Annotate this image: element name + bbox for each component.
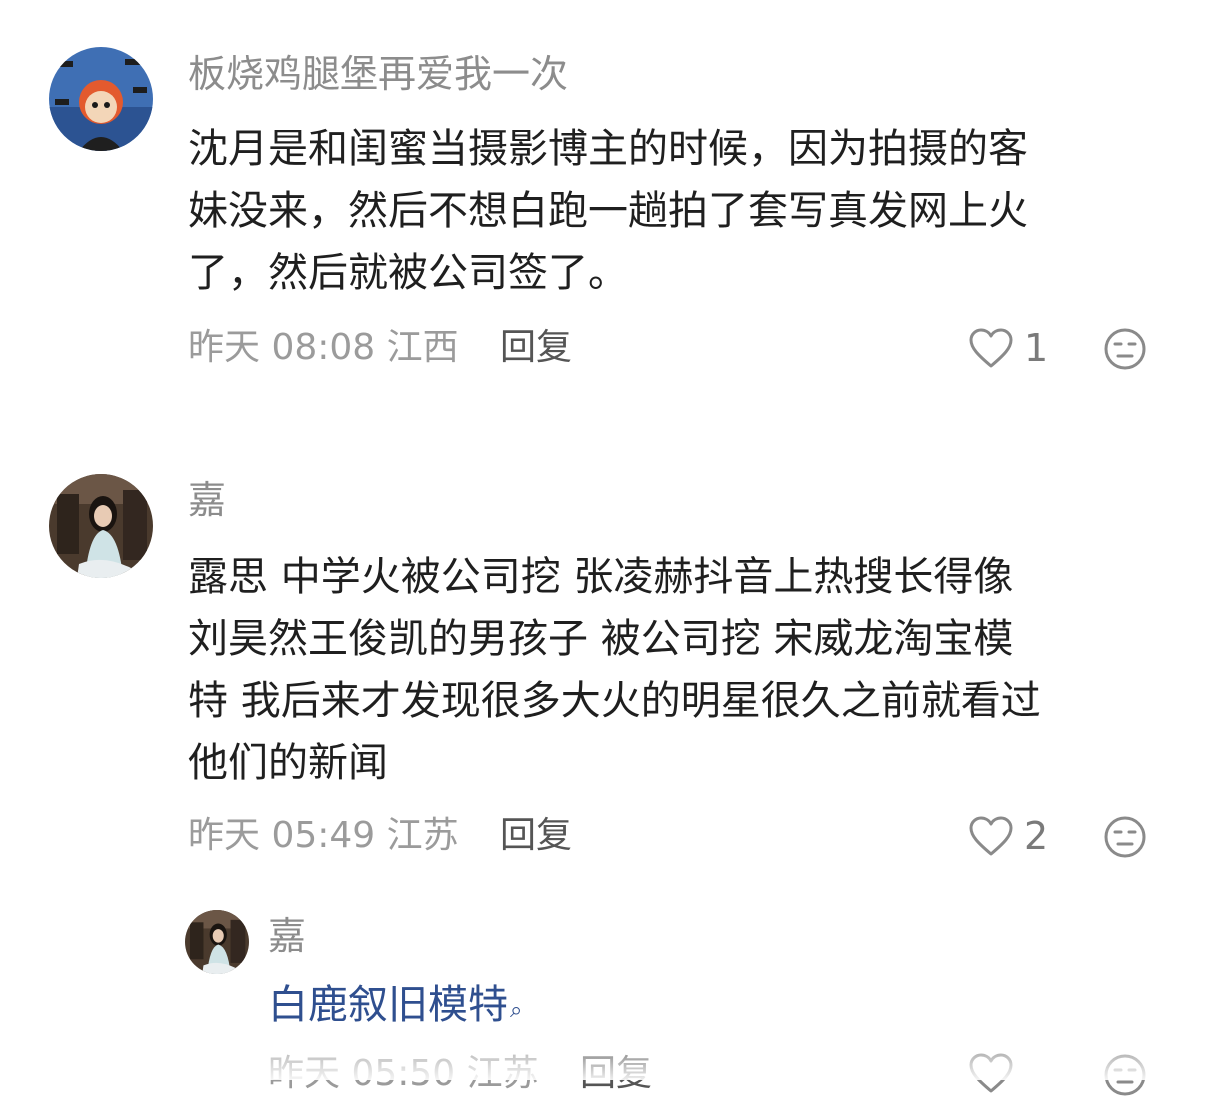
like-button[interactable]: 1 bbox=[968, 326, 1048, 370]
comment-text-line: 了，然后就被公司签了。 bbox=[188, 250, 628, 296]
comment-text-line: 沈月是和闺蜜当摄影博主的时候，因为拍摄的客 bbox=[188, 126, 1028, 172]
search-icon[interactable]: ⌕ bbox=[510, 998, 522, 1023]
comment-text-line: 妹没来，然后不想白跑一趟拍了套写真发网上火 bbox=[188, 188, 1028, 234]
reaction-button[interactable] bbox=[1103, 815, 1147, 859]
comment-meta: 昨天 05:49 江苏 bbox=[188, 814, 459, 858]
reply-button[interactable]: 回复 bbox=[500, 326, 572, 370]
like-button[interactable]: 2 bbox=[968, 814, 1048, 858]
comment-item: 嘉 露思 中学火被公司挖 张凌赫抖音上热搜长得像 刘昊然王俊凯的男孩子 被公司挖… bbox=[0, 470, 1216, 890]
comment-item: 板烧鸡腿堡再爱我一次 沈月是和闺蜜当摄影博主的时候，因为拍摄的客 妹没来，然后不… bbox=[0, 0, 1216, 400]
reply-button[interactable]: 回复 bbox=[580, 1052, 652, 1096]
avatar[interactable] bbox=[49, 47, 153, 151]
comment-location: 江苏 bbox=[386, 815, 459, 856]
heart-outline-icon bbox=[969, 816, 1013, 856]
avatar[interactable] bbox=[49, 474, 153, 578]
reply-button[interactable]: 回复 bbox=[500, 814, 572, 858]
reply-location: 江苏 bbox=[466, 1053, 539, 1094]
reply-meta: 昨天 05:50 江苏 bbox=[268, 1052, 539, 1096]
heart-outline-icon bbox=[969, 328, 1013, 368]
avatar-image bbox=[49, 474, 153, 578]
like-count: 1 bbox=[1024, 326, 1049, 370]
comment-text-line: 刘昊然王俊凯的男孩子 被公司挖 宋威龙淘宝模 bbox=[188, 616, 1014, 662]
avatar[interactable] bbox=[185, 910, 249, 974]
comment-username[interactable]: 嘉 bbox=[188, 478, 226, 522]
avatar-image bbox=[49, 47, 153, 151]
comment-text-line: 露思 中学火被公司挖 张凌赫抖音上热搜长得像 bbox=[188, 554, 1014, 600]
heart-outline-icon bbox=[969, 1053, 1013, 1093]
comment-username[interactable]: 板烧鸡腿堡再爱我一次 bbox=[188, 52, 568, 96]
reaction-button[interactable] bbox=[1103, 1053, 1147, 1097]
reply-time: 昨天 05:50 bbox=[268, 1053, 456, 1094]
comment-location: 江西 bbox=[386, 327, 459, 368]
neutral-face-icon bbox=[1104, 328, 1146, 370]
reaction-button[interactable] bbox=[1103, 327, 1147, 371]
reply-item: 嘉 白鹿叙旧模特⌕ 昨天 05:50 江苏 回复 bbox=[0, 900, 1216, 1096]
comment-text-line: 他们的新闻 bbox=[188, 740, 388, 786]
reply-text[interactable]: 白鹿叙旧模特⌕ bbox=[268, 974, 522, 1036]
search-link-text[interactable]: 白鹿叙旧模特 bbox=[268, 982, 508, 1028]
reply-username[interactable]: 嘉 bbox=[268, 914, 306, 958]
neutral-face-icon bbox=[1104, 816, 1146, 858]
comment-time: 昨天 05:49 bbox=[188, 815, 376, 856]
comment-meta: 昨天 08:08 江西 bbox=[188, 326, 459, 370]
like-button[interactable] bbox=[968, 1052, 1014, 1094]
comment-text-line: 特 我后来才发现很多大火的明星很久之前就看过 bbox=[188, 678, 1041, 724]
avatar-image bbox=[185, 910, 249, 974]
like-count: 2 bbox=[1024, 814, 1049, 858]
neutral-face-icon bbox=[1104, 1054, 1146, 1096]
comment-time: 昨天 08:08 bbox=[188, 327, 376, 368]
